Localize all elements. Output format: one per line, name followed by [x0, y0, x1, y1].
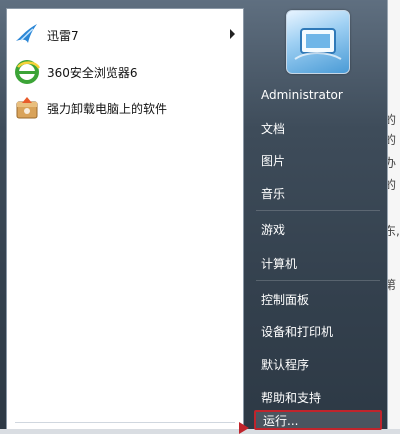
right-link-games[interactable]: 游戏	[254, 218, 382, 240]
right-link-devices-printers[interactable]: 设备和打印机	[254, 320, 382, 342]
right-link-run[interactable]: 运行...	[254, 410, 382, 430]
360-browser-icon	[13, 58, 41, 86]
program-item-xunlei[interactable]: 迅雷7	[13, 18, 239, 52]
xunlei-bird-icon	[13, 21, 41, 49]
link-label: 图片	[261, 153, 286, 168]
program-label: 强力卸载电脑上的软件	[47, 101, 168, 116]
red-pointer-arrow-icon	[239, 422, 249, 434]
program-label: 360安全浏览器6	[47, 65, 138, 80]
right-link-default-programs[interactable]: 默认程序	[254, 353, 382, 375]
right-link-control-panel[interactable]: 控制面板	[254, 288, 382, 310]
link-label: 游戏	[261, 222, 286, 237]
user-picture-icon	[294, 28, 342, 60]
divider	[256, 210, 380, 211]
start-menu: 迅雷7 360安全浏览器6 强力卸载电脑上的软件 Administrator 文…	[0, 0, 388, 434]
right-link-computer[interactable]: 计算机	[254, 252, 382, 274]
link-label: 音乐	[261, 186, 286, 201]
program-item-360-browser[interactable]: 360安全浏览器6	[13, 55, 239, 89]
user-avatar[interactable]	[286, 10, 350, 74]
divider	[15, 422, 235, 423]
right-link-pictures[interactable]: 图片	[254, 149, 382, 171]
link-label: 控制面板	[261, 292, 310, 307]
submenu-arrow-icon	[230, 29, 235, 39]
program-list-pane: 迅雷7 360安全浏览器6 强力卸载电脑上的软件	[6, 8, 244, 429]
user-name: Administrator	[261, 88, 343, 102]
link-label: 计算机	[261, 256, 298, 271]
link-label: 默认程序	[261, 357, 310, 372]
right-link-documents[interactable]: 文档	[254, 117, 382, 139]
link-label: 帮助和支持	[261, 390, 322, 405]
right-link-user[interactable]: Administrator	[254, 84, 382, 106]
link-label: 设备和打印机	[261, 324, 334, 339]
link-label: 运行...	[263, 413, 299, 428]
right-link-music[interactable]: 音乐	[254, 182, 382, 204]
divider	[256, 280, 380, 281]
right-link-help-support[interactable]: 帮助和支持	[254, 386, 382, 408]
program-item-uninstaller[interactable]: 强力卸载电脑上的软件	[13, 91, 239, 125]
program-label: 迅雷7	[47, 28, 79, 43]
link-label: 文档	[261, 121, 286, 136]
uninstall-box-icon	[13, 94, 41, 122]
